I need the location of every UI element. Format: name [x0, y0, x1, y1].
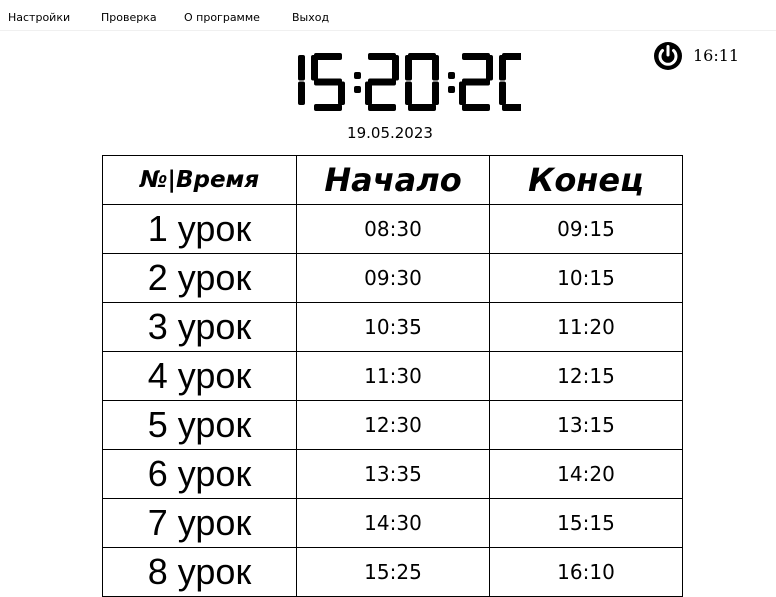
lesson-end: 10:15: [489, 253, 683, 303]
menu-settings[interactable]: Настройки: [8, 11, 70, 25]
clock-digit: [499, 53, 521, 111]
current-date: 19.05.2023: [347, 124, 433, 142]
lesson-name: 8 урок: [102, 547, 297, 597]
lesson-name: 6 урок: [102, 449, 297, 499]
header-number-time: №|Время: [102, 155, 297, 205]
table-row: 1 урок 08:30 09:15: [102, 204, 683, 254]
lesson-start: 11:30: [296, 351, 490, 401]
lesson-end: 14:20: [489, 449, 683, 499]
digital-clock-display: [298, 53, 521, 111]
lesson-name: 2 урок: [102, 253, 297, 303]
power-icon[interactable]: [652, 40, 688, 72]
lesson-name: 3 урок: [102, 302, 297, 352]
table-row: 6 урок 13:35 14:20: [102, 449, 683, 499]
lesson-end: 16:10: [489, 547, 683, 597]
clock-colon: [448, 72, 455, 93]
lesson-start: 15:25: [296, 547, 490, 597]
clock-colon: [354, 72, 361, 93]
table-row: 7 урок 14:30 15:15: [102, 498, 683, 548]
table-row: 2 урок 09:30 10:15: [102, 253, 683, 303]
clock-digit: [365, 53, 399, 111]
table-row: 3 урок 10:35 11:20: [102, 302, 683, 352]
clock-digit: [298, 55, 305, 105]
clock-digit: [459, 53, 493, 111]
table-row: 5 урок 12:30 13:15: [102, 400, 683, 450]
header-start: Начало: [296, 155, 490, 205]
clock-digit: [311, 53, 345, 111]
menu-exit[interactable]: Выход: [292, 11, 329, 25]
lesson-start: 12:30: [296, 400, 490, 450]
lesson-start: 09:30: [296, 253, 490, 303]
schedule-table: №|Время Начало Конец 1 урок 08:30 09:15 …: [102, 155, 683, 597]
lesson-name: 1 урок: [102, 204, 297, 254]
table-row: 4 урок 11:30 12:15: [102, 351, 683, 401]
lesson-end: 13:15: [489, 400, 683, 450]
lesson-start: 13:35: [296, 449, 490, 499]
lesson-end: 11:20: [489, 302, 683, 352]
lesson-name: 5 урок: [102, 400, 297, 450]
digital-clock: [271, 53, 521, 111]
header-end: Конец: [489, 155, 683, 205]
lesson-end: 12:15: [489, 351, 683, 401]
table-row: 8 урок 15:25 16:10: [102, 547, 683, 597]
clock-digit: [405, 53, 439, 111]
lesson-end: 09:15: [489, 204, 683, 254]
lesson-end: 15:15: [489, 498, 683, 548]
menu-check[interactable]: Проверка: [101, 11, 157, 25]
lesson-name: 4 урок: [102, 351, 297, 401]
table-header-row: №|Время Начало Конец: [102, 155, 683, 205]
remaining-time: 16:11: [693, 46, 740, 65]
menu-about[interactable]: О программе: [184, 11, 260, 25]
lesson-start: 10:35: [296, 302, 490, 352]
lesson-start: 08:30: [296, 204, 490, 254]
lesson-name: 7 урок: [102, 498, 297, 548]
menu-bar: Настройки Проверка О программе Выход: [0, 0, 776, 31]
lesson-start: 14:30: [296, 498, 490, 548]
